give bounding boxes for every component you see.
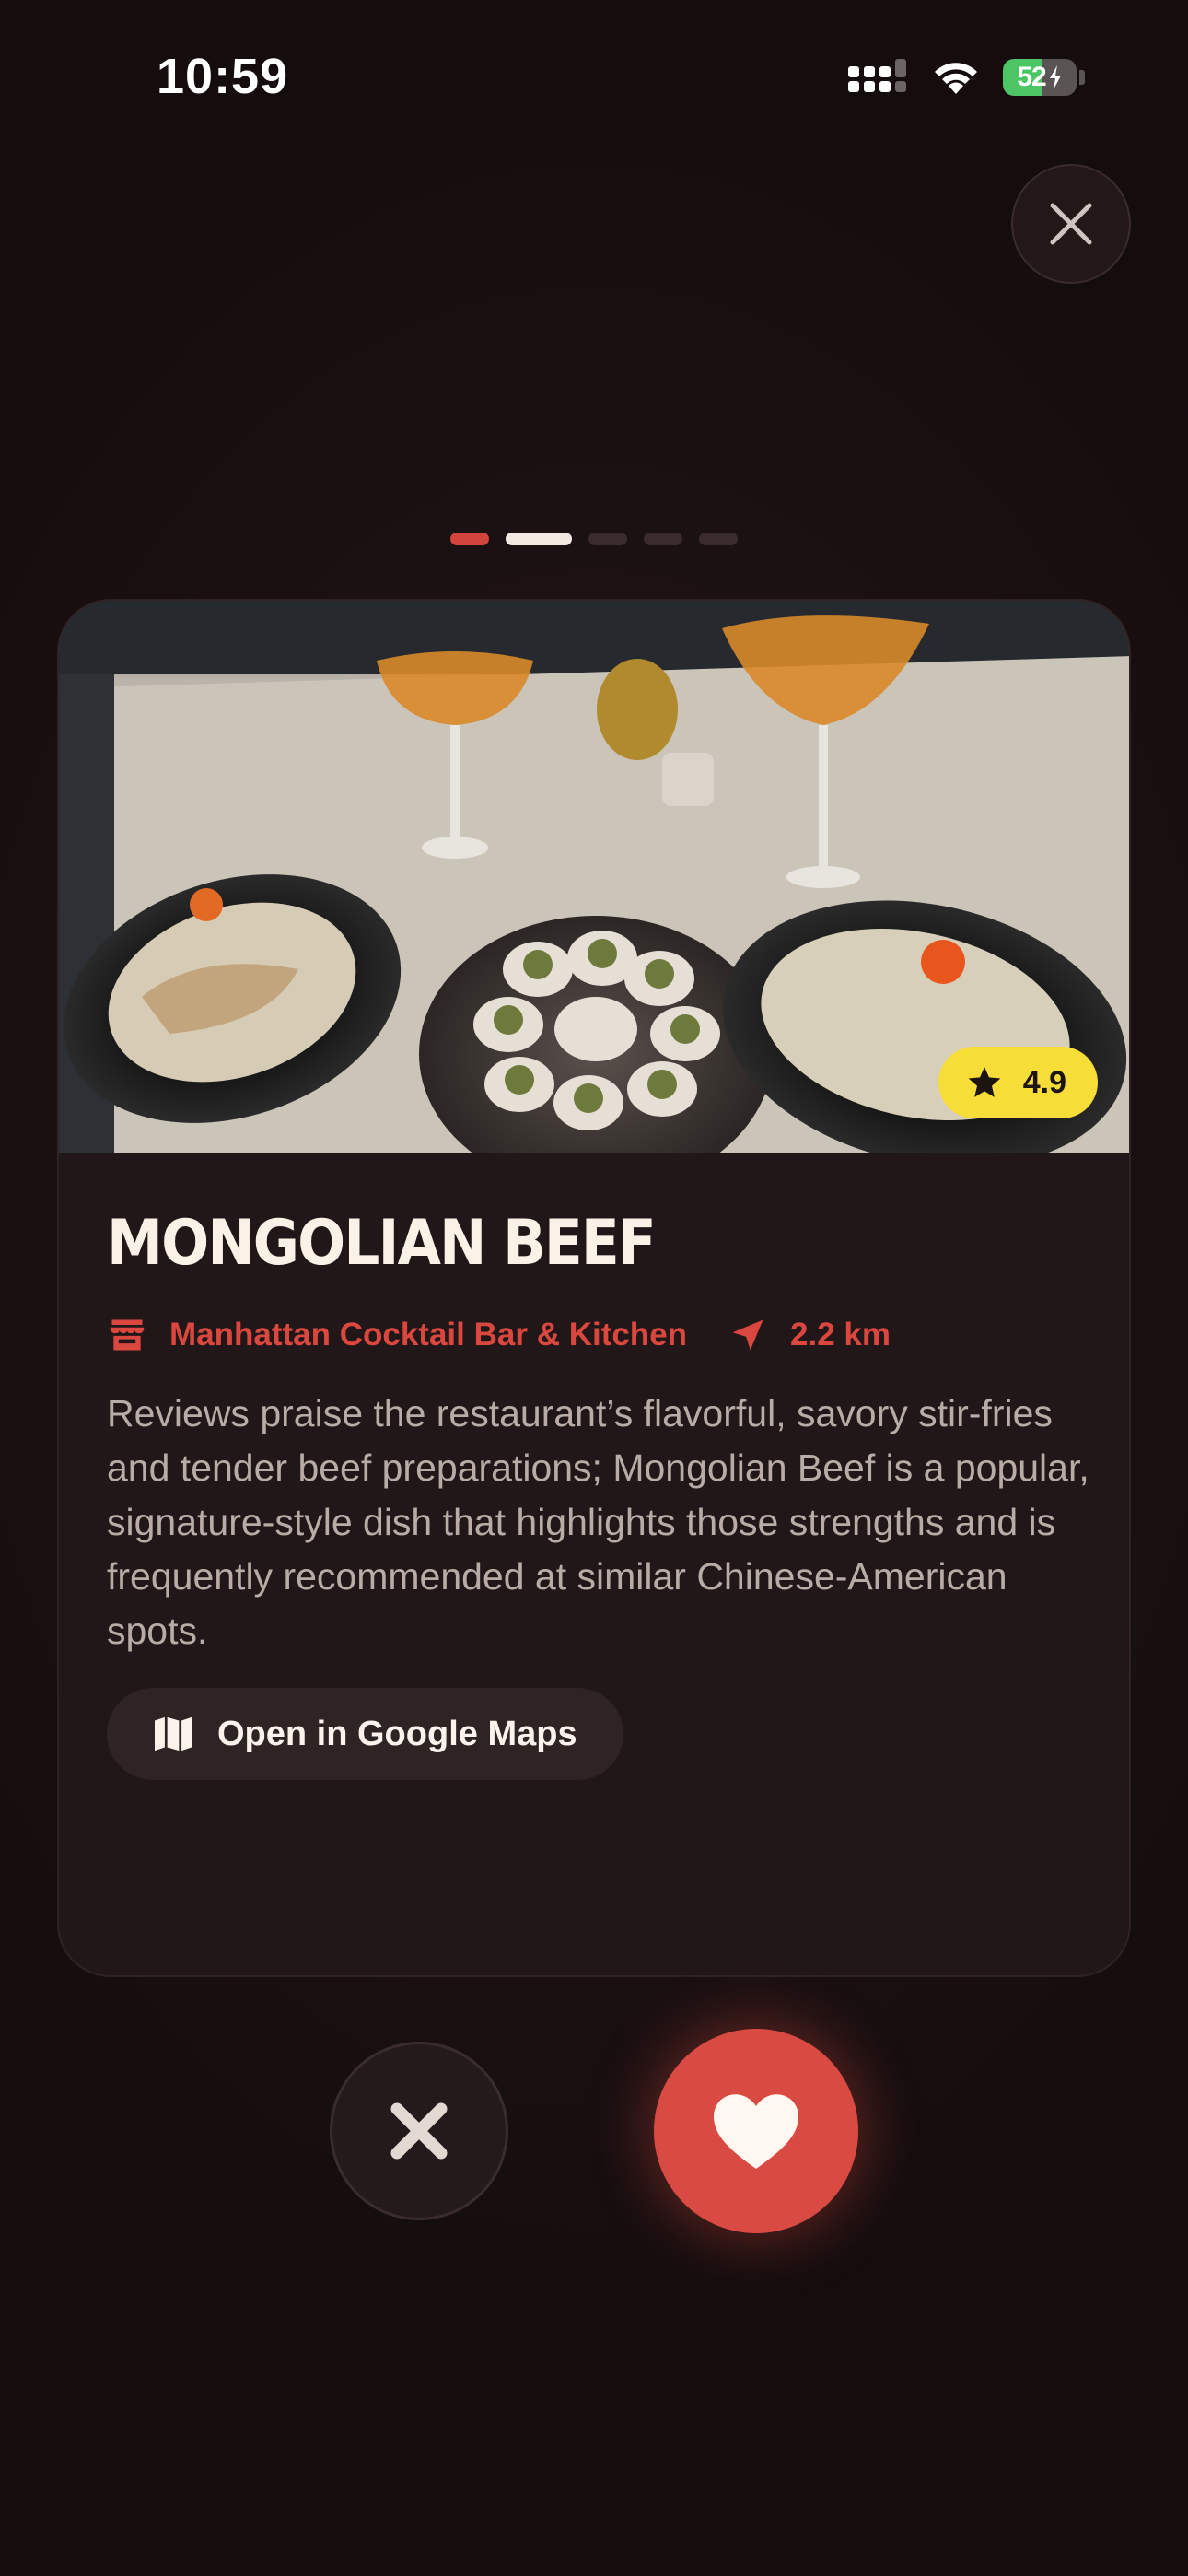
dish-photo[interactable]: 4.9	[59, 601, 1129, 1153]
dish-card[interactable]: 4.9 MONGOLIAN BEEF Manhattan Cocktail Ba…	[57, 599, 1131, 1977]
status-time: 10:59	[157, 49, 289, 104]
dish-meta: Manhattan Cocktail Bar & Kitchen 2.2 km	[107, 1315, 1081, 1355]
cellular-signal-icon	[848, 59, 906, 92]
open-google-maps-button[interactable]: Open in Google Maps	[107, 1688, 623, 1780]
close-button[interactable]	[1011, 164, 1131, 284]
pager-dot[interactable]	[588, 533, 627, 545]
open-google-maps-label: Open in Google Maps	[217, 1714, 577, 1753]
pager-dot[interactable]	[450, 533, 489, 545]
battery-charging-icon: 52	[1003, 59, 1077, 96]
pager-dot[interactable]	[699, 533, 738, 545]
like-button[interactable]	[654, 2029, 858, 2233]
status-bar: 10:59 52	[0, 0, 1188, 157]
distance: 2.2 km	[790, 1317, 891, 1352]
pager-dot-current[interactable]	[506, 533, 572, 545]
dish-title: MONGOLIAN BEEF	[107, 1207, 657, 1280]
pager-dot[interactable]	[644, 533, 682, 545]
battery-percent: 52	[1017, 62, 1046, 92]
status-icons: 52	[848, 57, 1085, 98]
close-icon	[1050, 203, 1092, 245]
restaurant-name[interactable]: Manhattan Cocktail Bar & Kitchen	[169, 1317, 687, 1353]
rating-value: 4.9	[1022, 1064, 1066, 1100]
heart-icon	[714, 2094, 798, 2169]
star-icon	[968, 1067, 1001, 1097]
photo-pager	[0, 533, 1188, 545]
dislike-button[interactable]	[330, 2042, 508, 2220]
location-arrow-icon	[728, 1315, 768, 1355]
x-icon	[390, 2102, 448, 2160]
rating-badge: 4.9	[938, 1047, 1098, 1118]
dish-description: Reviews praise the restaurant’s flavorfu…	[107, 1392, 1089, 1652]
storefront-icon	[107, 1315, 147, 1355]
map-icon	[155, 1716, 192, 1751]
wifi-icon	[935, 63, 977, 94]
